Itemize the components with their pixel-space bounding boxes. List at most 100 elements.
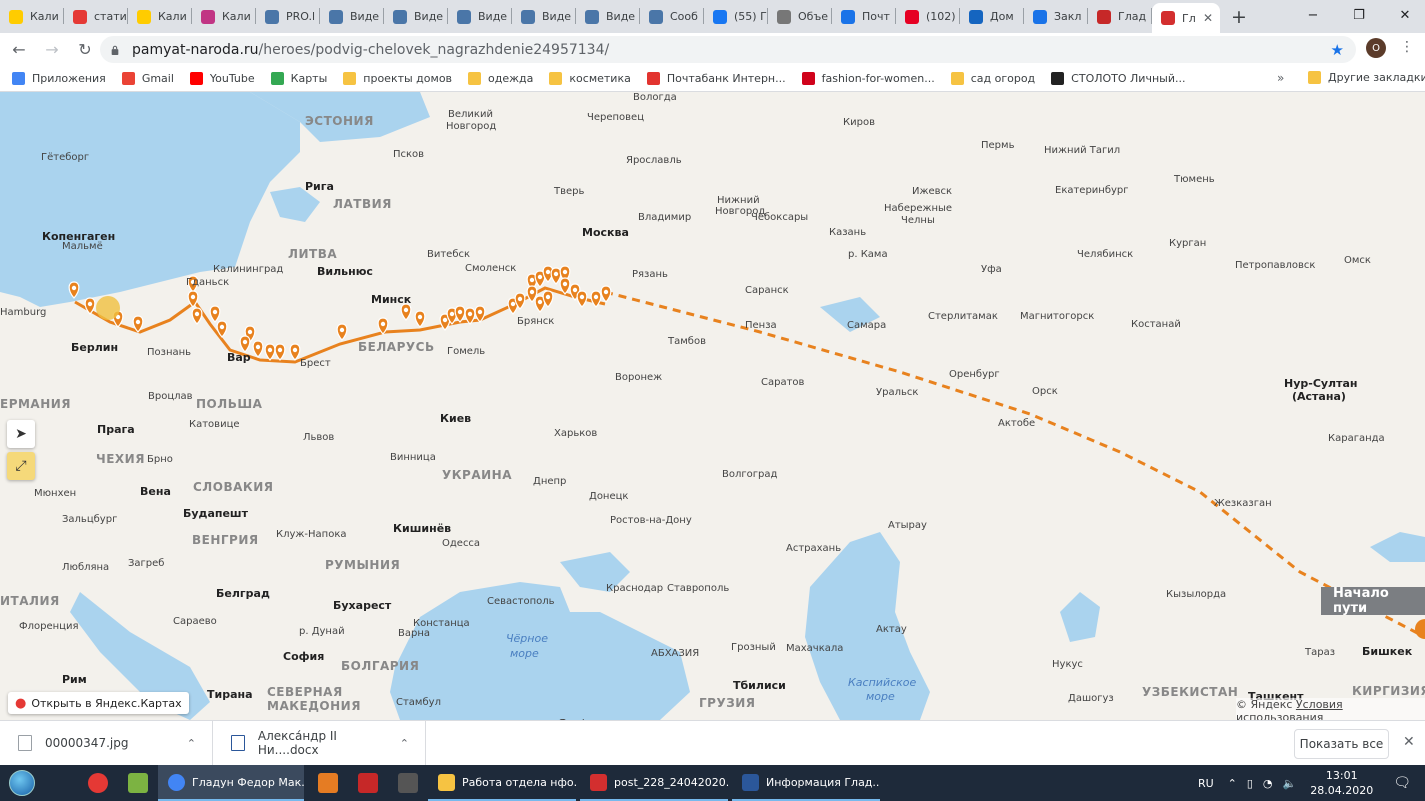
volume-icon[interactable]: 🔈 xyxy=(1283,777,1297,790)
chevron-up-icon[interactable]: ⌃ xyxy=(400,737,409,750)
route-marker-dot xyxy=(190,294,196,300)
bookmark-item[interactable]: Gmail xyxy=(121,71,174,85)
tab[interactable]: Кали xyxy=(192,0,256,33)
taskbar-app[interactable]: post_228_24042020... xyxy=(580,765,728,801)
notifications-icon[interactable]: 🗨 xyxy=(1393,775,1411,791)
tab-label: Кали xyxy=(30,10,59,23)
url-text: pamyat-naroda.ru/heroes/podvig-chelovek_… xyxy=(132,42,609,58)
tab[interactable]: Кали xyxy=(128,0,192,33)
tab[interactable]: (102) xyxy=(896,0,960,33)
tab[interactable]: Виде xyxy=(512,0,576,33)
map-label-brno: Брно xyxy=(147,454,173,465)
bookmark-item[interactable]: одежда xyxy=(468,71,533,85)
bookmark-label: Приложения xyxy=(32,71,106,85)
aral-sea xyxy=(1060,592,1100,642)
apps-icon xyxy=(12,71,25,85)
new-tab-button[interactable]: + xyxy=(1224,0,1254,33)
close-downloads-icon[interactable]: ✕ xyxy=(1403,734,1415,750)
tab[interactable]: Кали xyxy=(0,0,64,33)
map-label-kazan: Казань xyxy=(829,227,867,238)
back-button[interactable]: ← xyxy=(5,35,33,63)
bookmark-star-icon[interactable]: ★ xyxy=(1331,41,1344,59)
battery-icon[interactable]: ▯ xyxy=(1247,777,1253,790)
tab[interactable]: Виде xyxy=(384,0,448,33)
bookmark-label: Почтабанк Интерн... xyxy=(666,71,786,85)
map-label-caspian-1: Каспийское xyxy=(848,676,917,689)
taskbar-app[interactable]: Гладун Федор Мак... xyxy=(158,765,304,801)
image-icon xyxy=(777,9,791,24)
bookmark-item[interactable]: Приложения xyxy=(12,71,106,85)
tab[interactable]: Виде xyxy=(448,0,512,33)
maximize-button[interactable]: ❐ xyxy=(1336,0,1382,30)
map-label-lvov: Львов xyxy=(303,432,335,443)
yandex-map[interactable]: ЭСТОНИЯ ЛАТВИЯ ЛИТВА БЕЛАРУСЬ ПОЛЬША УКРАИНА Е… xyxy=(0,92,1425,720)
tab[interactable]: Почт xyxy=(832,0,896,33)
tab[interactable]: Закл xyxy=(1024,0,1088,33)
bookmark-item[interactable]: проекты домов xyxy=(343,71,452,85)
map-label-taraz: Тараз xyxy=(1305,647,1336,658)
mixer-icon xyxy=(318,773,338,793)
close-window-button[interactable]: ✕ xyxy=(1382,0,1425,30)
taskbar-app[interactable]: Информация Глад... xyxy=(732,765,880,801)
tab[interactable]: Виде xyxy=(576,0,640,33)
fullscreen-button[interactable]: ⤢ xyxy=(7,452,35,480)
map-label-saratov: Саратов xyxy=(761,377,805,388)
locate-me-button[interactable]: ➤ xyxy=(7,420,35,448)
map-label-poznan: Познань xyxy=(147,347,192,358)
menu-icon[interactable]: ⋮ xyxy=(1400,39,1414,55)
tab[interactable]: Сооб xyxy=(640,0,704,33)
tab-label: стати xyxy=(94,10,127,23)
bookmark-item[interactable]: сад огород xyxy=(950,71,1035,85)
reload-button[interactable]: ↻ xyxy=(71,35,99,63)
taskbar-pinned-app[interactable] xyxy=(388,765,428,801)
language-indicator[interactable]: RU xyxy=(1198,777,1214,790)
bookmark-label: Карты xyxy=(290,71,328,85)
route-marker-dot xyxy=(212,309,218,315)
route-start-label: Начало пути xyxy=(1321,586,1425,616)
taskbar-pinned-app[interactable] xyxy=(118,765,158,801)
tab[interactable]: Виде xyxy=(320,0,384,33)
address-bar[interactable]: pamyat-naroda.ru/heroes/podvig-chelovek_… xyxy=(100,36,1356,63)
tray-overflow-icon[interactable]: ⌃ xyxy=(1228,777,1237,790)
bookmark-item[interactable]: СТОЛОТО Личный... xyxy=(1051,71,1185,85)
download-item[interactable]: 00000347.jpg ⌃ xyxy=(0,720,213,766)
bookmarks-overflow-button[interactable]: » xyxy=(1277,71,1284,85)
map-label-karaganda: Караганда xyxy=(1328,433,1385,444)
open-in-yandex-maps-button[interactable]: ● Открыть в Яндекс.Картах xyxy=(8,692,189,714)
bookmark-item[interactable]: Почтабанк Интерн... xyxy=(646,71,786,85)
taskbar-app-label: post_228_24042020... xyxy=(614,775,728,789)
bookmark-item[interactable]: fashion-for-women... xyxy=(801,71,935,85)
minimize-button[interactable]: − xyxy=(1290,0,1336,30)
expand-icon: ⤢ xyxy=(15,458,27,474)
map-label-chelyabinsk: Челябинск xyxy=(1077,249,1134,260)
map-label-ukraine: УКРАИНА xyxy=(442,468,513,482)
taskbar-pinned-app[interactable] xyxy=(308,765,348,801)
bookmark-item[interactable]: YouTube xyxy=(189,71,255,85)
start-button[interactable] xyxy=(4,765,40,801)
tab[interactable]: (55) Г xyxy=(704,0,768,33)
tab[interactable]: стати xyxy=(64,0,128,33)
profile-avatar[interactable]: O xyxy=(1366,38,1386,58)
bookmark-item[interactable]: Карты xyxy=(270,71,328,85)
clock[interactable]: 13:01 28.04.2020 xyxy=(1310,768,1373,798)
taskbar-app[interactable]: Работа отдела нфо... xyxy=(428,765,576,801)
other-bookmarks-folder[interactable]: Другие закладки xyxy=(1308,71,1425,84)
route-marker-dot xyxy=(267,347,273,353)
map-label-belgrade: Белград xyxy=(216,587,270,600)
route-marker-dot xyxy=(403,307,409,313)
forward-button[interactable]: → xyxy=(38,35,66,63)
download-item[interactable]: Алекса́ндр II Ни....docx ⌃ xyxy=(213,720,426,766)
tab[interactable]: PRO.l xyxy=(256,0,320,33)
chevron-up-icon[interactable]: ⌃ xyxy=(187,737,196,750)
route-marker-dot xyxy=(603,289,609,295)
network-icon[interactable]: ◔ xyxy=(1263,777,1273,790)
show-all-downloads-button[interactable]: Показать все xyxy=(1294,729,1389,759)
bookmark-item[interactable]: косметика xyxy=(549,71,631,85)
tab[interactable]: Объе xyxy=(768,0,832,33)
taskbar-pinned-app[interactable] xyxy=(78,765,118,801)
tab[interactable]: Дом xyxy=(960,0,1024,33)
close-tab-icon[interactable]: ✕ xyxy=(1203,11,1213,25)
tab[interactable]: Гл ✕ xyxy=(1152,3,1220,33)
tab[interactable]: Глад xyxy=(1088,0,1152,33)
taskbar-pinned-app[interactable] xyxy=(348,765,388,801)
